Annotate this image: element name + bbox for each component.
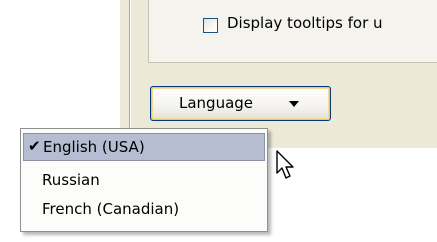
language-dropdown-menu: ✔ English (USA) Russian French (Canadian…	[20, 128, 268, 232]
menu-item-label: French (Canadian)	[42, 200, 180, 218]
menu-item-english-usa[interactable]: ✔ English (USA)	[23, 133, 265, 161]
language-button-label: Language	[179, 94, 254, 112]
menu-item-french-canadian[interactable]: French (Canadian)	[23, 196, 265, 224]
menu-item-label: English (USA)	[43, 138, 145, 156]
window-divider	[129, 0, 131, 148]
checkmark-icon: ✔	[28, 137, 41, 155]
menu-item-label: Russian	[42, 171, 100, 189]
language-dropdown-button[interactable]: Language	[150, 86, 331, 121]
menu-item-russian[interactable]: Russian	[23, 167, 265, 195]
chevron-down-icon	[289, 101, 299, 107]
tooltips-checkbox-label[interactable]: Display tooltips for u	[227, 14, 383, 32]
tooltips-checkbox[interactable]	[203, 18, 218, 33]
mouse-pointer-icon	[276, 150, 294, 179]
